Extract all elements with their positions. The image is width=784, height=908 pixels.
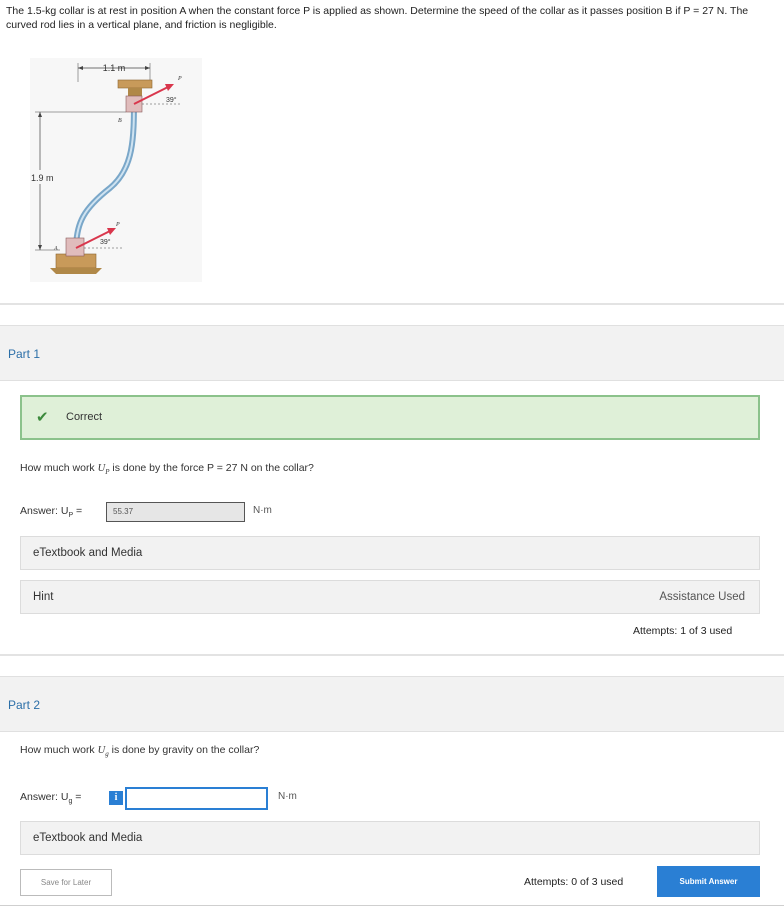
part1-unit: N·m [253, 505, 272, 516]
part1-answer-field[interactable]: 55.37 [106, 502, 245, 522]
check-icon: ✔ [36, 409, 49, 426]
collar-a [65, 237, 85, 257]
svg-text:A: A [53, 246, 58, 252]
part1-question: How much work UP is done by the force P … [20, 462, 314, 477]
part1-etextbook-bar[interactable]: eTextbook and Media [20, 536, 760, 570]
part1-header: Part 1 [0, 325, 784, 381]
svg-text:39°: 39° [100, 238, 111, 246]
dim-horizontal-label: 1.1 m [103, 63, 126, 73]
divider [0, 905, 784, 906]
info-icon[interactable]: i [109, 791, 123, 805]
part1-answer-label: Answer: UP = [20, 505, 83, 520]
part2-answer-label: Answer: Ug = [20, 791, 82, 806]
save-for-later-button[interactable]: Save for Later [20, 869, 112, 896]
top-support [117, 79, 153, 89]
part2-title: Part 2 [8, 698, 41, 712]
svg-text:39°: 39° [166, 96, 177, 104]
divider [0, 303, 784, 305]
hint-link[interactable]: Hint [33, 591, 53, 603]
correct-status: Correct [66, 411, 103, 423]
dim-vertical-label: 1.9 m [31, 173, 54, 183]
part1-title: Part 1 [8, 347, 41, 361]
etextbook-link[interactable]: eTextbook and Media [33, 832, 142, 844]
part2-unit: N·m [278, 791, 297, 802]
assistance-used-label: Assistance Used [659, 591, 745, 603]
svg-text:B: B [118, 118, 122, 124]
part2-question: How much work Ug is done by gravity on t… [20, 744, 260, 759]
svg-text:P: P [115, 222, 120, 228]
divider [0, 654, 784, 656]
part2-answer-field[interactable] [125, 787, 268, 810]
svg-text:P: P [177, 76, 182, 82]
correct-banner: ✔ Correct [20, 395, 760, 440]
part1-attempts: Attempts: 1 of 3 used [633, 625, 733, 637]
problem-figure: 1.1 m 1.9 m B P 39° A P 39° [30, 58, 202, 282]
part2-attempts: Attempts: 0 of 3 used [524, 876, 624, 888]
etextbook-link[interactable]: eTextbook and Media [33, 547, 142, 559]
part1-hint-bar[interactable]: Hint Assistance Used [20, 580, 760, 614]
submit-answer-button[interactable]: Submit Answer [657, 866, 760, 897]
part2-header: Part 2 [0, 676, 784, 732]
part2-etextbook-bar[interactable]: eTextbook and Media [20, 821, 760, 855]
problem-statement: The 1.5-kg collar is at rest in position… [6, 5, 749, 31]
